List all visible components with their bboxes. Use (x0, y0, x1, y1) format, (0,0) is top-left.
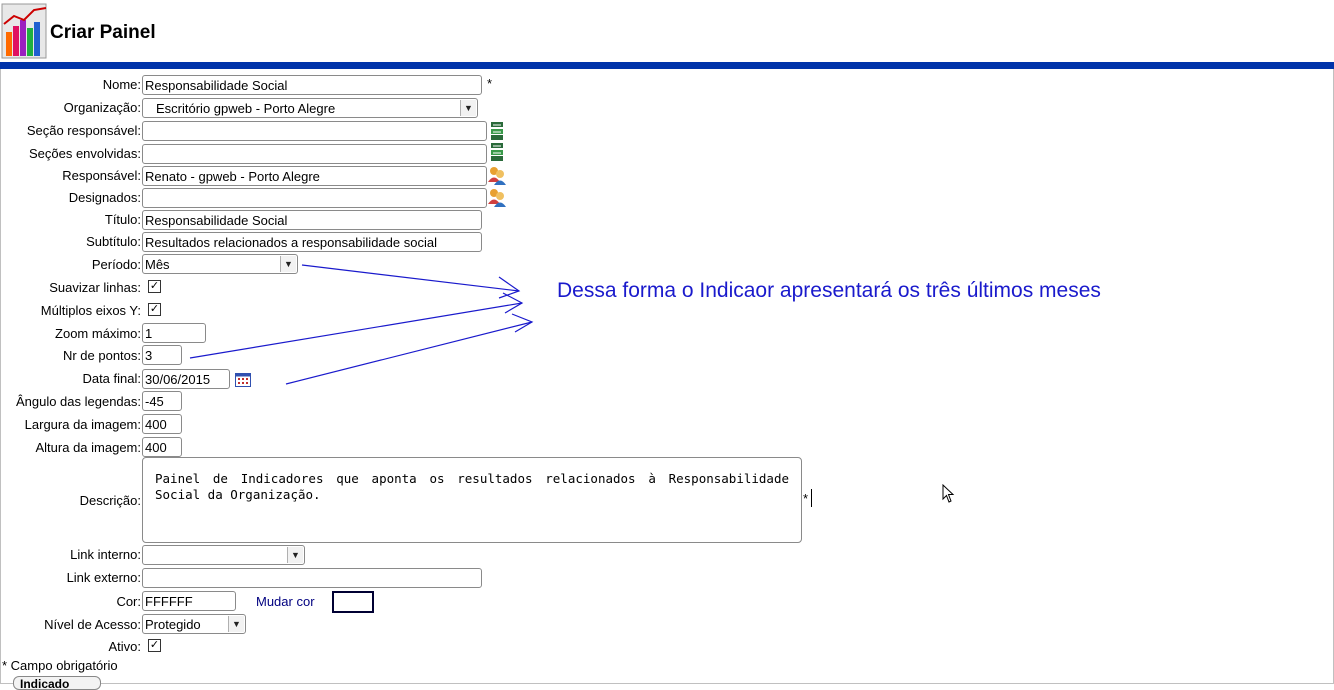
nome-label: Nome: (102, 77, 141, 92)
page-title: Criar Painel (50, 22, 156, 43)
nivel-select[interactable]: Protegido ▼ (142, 614, 246, 634)
org-tree-icon[interactable] (488, 121, 506, 141)
nome-input[interactable] (142, 75, 482, 95)
secao-responsavel-label: Seção responsável: (26, 123, 141, 138)
zoom-label: Zoom máximo: (55, 326, 141, 341)
org-tree-icon[interactable] (488, 142, 506, 162)
suavizar-label: Suavizar linhas: (49, 280, 141, 295)
required-marker: * (487, 76, 493, 91)
required-marker: * (803, 491, 809, 506)
chevron-down-icon: ▼ (228, 616, 244, 632)
multiplos-checkbox[interactable]: ✓ (148, 303, 161, 316)
multiplos-label: Múltiplos eixos Y: (40, 303, 141, 318)
nivel-value: Protegido (145, 617, 201, 632)
data-final-input[interactable] (142, 369, 230, 389)
color-swatch[interactable] (332, 591, 374, 613)
bottom-button[interactable]: Indicado (13, 676, 101, 690)
required-note: * Campo obrigatório (2, 658, 118, 673)
altura-label: Altura da imagem: (35, 440, 142, 455)
cor-label: Cor: (116, 594, 141, 609)
mouse-cursor-icon (942, 484, 955, 503)
users-icon[interactable] (487, 165, 507, 185)
secoes-envolvidas-input[interactable] (142, 144, 487, 164)
zoom-input[interactable] (142, 323, 206, 343)
periodo-value: Mês (145, 257, 170, 272)
subtitulo-label: Subtítulo: (86, 234, 141, 249)
users-icon[interactable] (487, 187, 507, 207)
responsavel-label: Responsável: (62, 168, 141, 183)
organizacao-label: Organização: (63, 100, 141, 115)
responsavel-input[interactable] (142, 166, 487, 186)
nivel-label: Nível de Acesso: (44, 617, 141, 632)
largura-input[interactable] (142, 414, 182, 434)
chart-logo-icon (1, 3, 47, 59)
page-header: Criar Painel (0, 0, 1334, 62)
designados-label: Designados: (68, 190, 141, 205)
altura-input[interactable] (142, 437, 182, 457)
calendar-icon[interactable] (235, 373, 251, 387)
organizacao-select[interactable]: Escritório gpweb - Porto Alegre ▼ (142, 98, 478, 118)
pontos-label: Nr de pontos: (62, 348, 141, 363)
periodo-label: Período: (91, 257, 141, 272)
titulo-input[interactable] (142, 210, 482, 230)
secao-responsavel-input[interactable] (142, 121, 487, 141)
chevron-down-icon: ▼ (280, 256, 296, 272)
text-cursor (811, 489, 812, 507)
subtitulo-input[interactable] (142, 232, 482, 252)
data-final-label: Data final: (82, 371, 141, 386)
pontos-input[interactable] (142, 345, 182, 365)
chevron-down-icon: ▼ (287, 547, 303, 563)
descricao-label: Descrição: (79, 493, 141, 508)
chevron-down-icon: ▼ (460, 100, 476, 116)
angulo-label: Ângulo das legendas: (15, 394, 141, 409)
organizacao-value: Escritório gpweb - Porto Alegre (156, 101, 336, 116)
titulo-label: Título: (104, 212, 141, 227)
ativo-checkbox[interactable]: ✓ (148, 639, 161, 652)
link-interno-select[interactable]: ▼ (142, 545, 305, 565)
mudar-cor-link[interactable]: Mudar cor (256, 594, 315, 609)
secoes-envolvidas-label: Seções envolvidas: (28, 146, 141, 161)
periodo-select[interactable]: Mês ▼ (142, 254, 298, 274)
header-divider-bar (0, 62, 1334, 69)
ativo-label: Ativo: (108, 639, 141, 654)
cor-input[interactable] (142, 591, 236, 611)
link-externo-label: Link externo: (66, 570, 141, 585)
largura-label: Largura da imagem: (24, 417, 141, 432)
designados-input[interactable] (142, 188, 487, 208)
descricao-textarea[interactable]: Painel de Indicadores que aponta os resu… (142, 457, 802, 543)
annotation-text: Dessa forma o Indicaor apresentará os tr… (557, 279, 1101, 302)
suavizar-checkbox[interactable]: ✓ (148, 280, 161, 293)
angulo-input[interactable] (142, 391, 182, 411)
link-externo-input[interactable] (142, 568, 482, 588)
link-interno-label: Link interno: (70, 547, 141, 562)
